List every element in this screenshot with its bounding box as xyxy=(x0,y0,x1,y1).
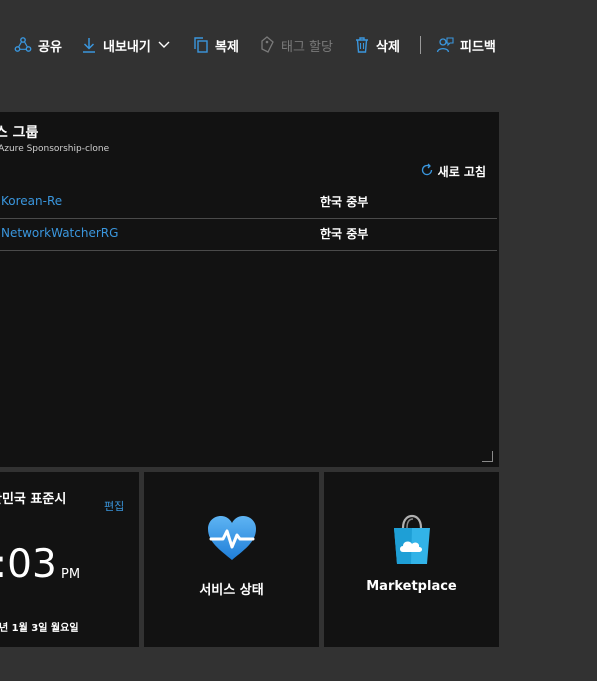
edit-link[interactable]: 편집 xyxy=(104,498,124,514)
timezone-label: 한민국 표준시 xyxy=(0,492,67,507)
delete-label: 삭제 xyxy=(376,39,400,55)
clock-tile: 한민국 표준시 편집 :03 PM 2년 1월 3일 월요일 xyxy=(0,472,139,647)
toolbar-divider xyxy=(420,36,421,54)
command-bar: 공유 내보내기 복제 태그 할당 삭제 피드백 xyxy=(0,26,597,64)
refresh-button[interactable]: 새로 고침 xyxy=(420,163,486,180)
trash-icon xyxy=(354,36,370,54)
assign-tags-button[interactable]: 태그 할당 xyxy=(259,26,333,64)
location-cell: 한국 중부 xyxy=(320,227,369,241)
tag-icon xyxy=(259,36,275,54)
clock-ampm: PM xyxy=(61,567,81,582)
tile-label: Marketplace xyxy=(366,579,457,594)
delete-button[interactable]: 삭제 xyxy=(354,26,400,64)
shopping-bag-icon xyxy=(324,514,499,566)
marketplace-tile[interactable]: Marketplace xyxy=(324,472,499,647)
feedback-icon xyxy=(436,36,454,54)
tile-label: 서비스 상태 xyxy=(199,583,264,598)
share-button[interactable]: 공유 xyxy=(14,26,62,64)
subscription-name: osoft Azure Sponsorship-clone xyxy=(0,144,110,154)
heart-pulse-icon xyxy=(144,514,319,562)
clone-button[interactable]: 복제 xyxy=(193,26,239,64)
table-row: NetworkWatcherRG 한국 중부 xyxy=(0,218,497,251)
clock-time: :03 xyxy=(0,542,57,587)
chevron-down-icon xyxy=(157,40,171,50)
tile-title: 소스 그룹 xyxy=(0,125,39,141)
feedback-button[interactable]: 피드백 xyxy=(436,26,496,64)
table-row: Korean-Re 한국 중부 xyxy=(0,186,497,219)
share-label: 공유 xyxy=(38,39,62,55)
feedback-label: 피드백 xyxy=(460,39,496,55)
refresh-label: 새로 고침 xyxy=(437,165,486,179)
resource-group-link[interactable]: NetworkWatcherRG xyxy=(1,226,118,240)
download-icon xyxy=(81,36,97,54)
export-button[interactable]: 내보내기 xyxy=(81,26,171,64)
location-cell: 한국 중부 xyxy=(320,195,369,209)
share-icon xyxy=(14,36,32,54)
export-label: 내보내기 xyxy=(103,39,151,55)
resource-group-link[interactable]: Korean-Re xyxy=(1,194,62,208)
assign-tags-label: 태그 할당 xyxy=(281,39,333,55)
clone-label: 복제 xyxy=(215,39,239,55)
service-health-tile[interactable]: 서비스 상태 xyxy=(144,472,319,647)
copy-icon xyxy=(193,36,209,54)
refresh-icon xyxy=(420,163,434,180)
resize-handle[interactable] xyxy=(482,451,493,462)
resource-groups-tile: 소스 그룹 osoft Azure Sponsorship-clone 새로 고… xyxy=(0,112,499,467)
clock-date: 2년 1월 3일 월요일 xyxy=(0,623,79,634)
